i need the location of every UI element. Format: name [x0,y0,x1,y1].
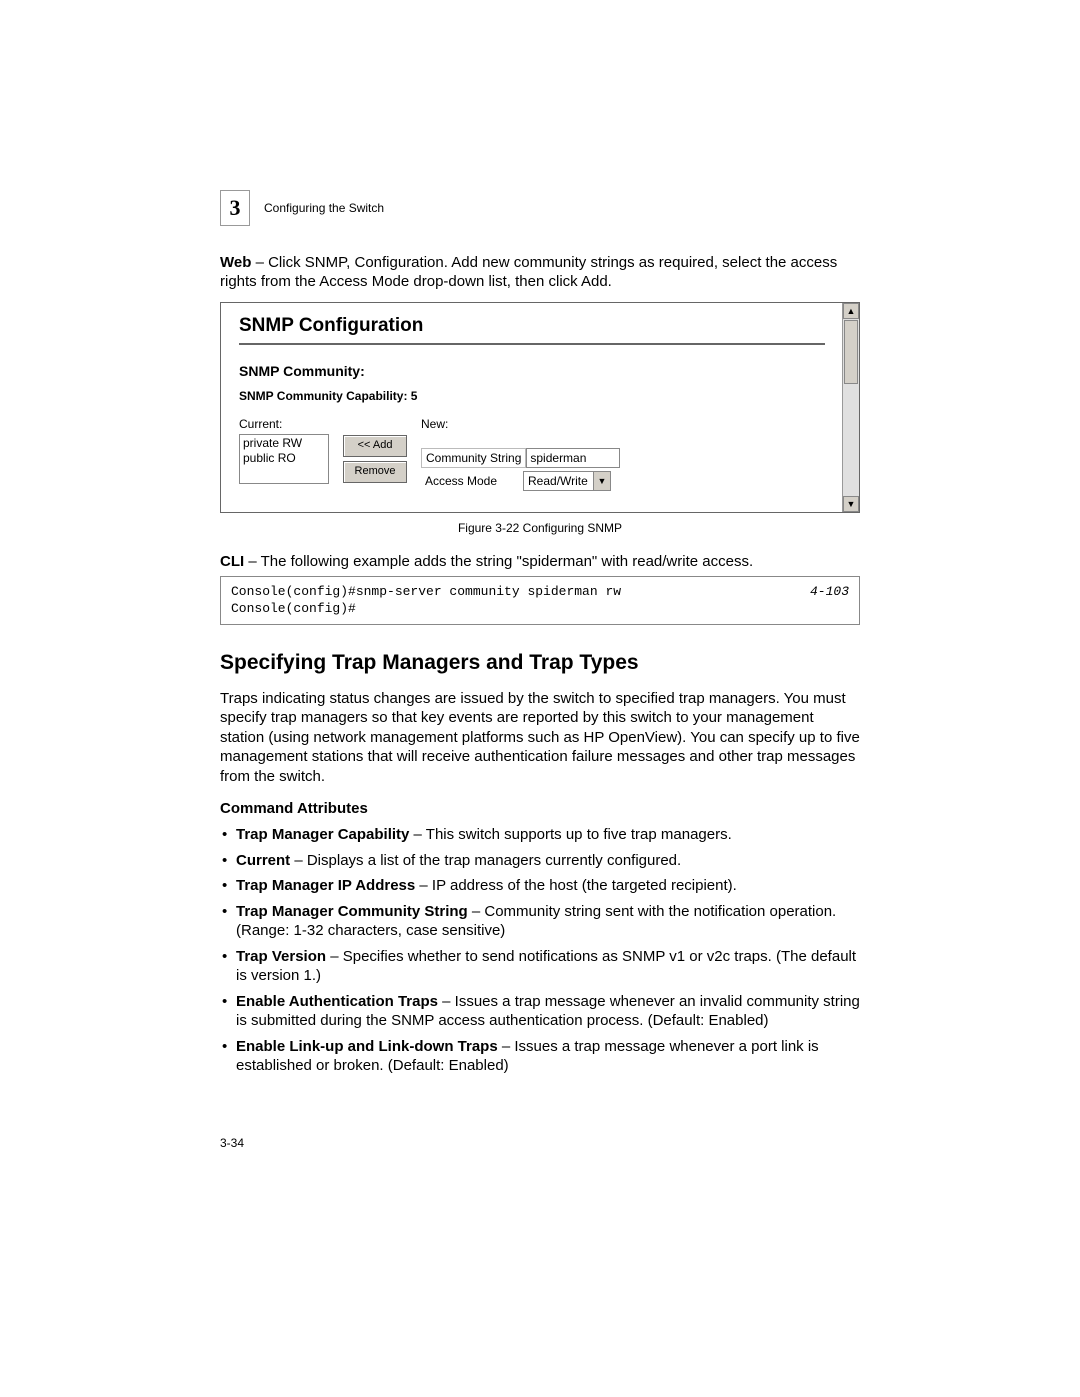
snmp-capability-label: SNMP Community Capability: 5 [239,389,825,403]
community-string-label: Community String [421,448,526,468]
divider [239,343,825,345]
snmp-screenshot-panel: ▲ ▼ SNMP Configuration SNMP Community: S… [220,302,860,513]
attr-name: Trap Manager Capability [236,826,409,843]
snmp-config-title: SNMP Configuration [239,315,825,337]
scroll-down-icon[interactable]: ▼ [843,496,859,512]
remove-button[interactable]: Remove [343,461,407,483]
attr-name: Trap Manager IP Address [236,877,415,894]
list-item: Enable Authentication Traps – Issues a t… [236,992,860,1031]
scroll-up-icon[interactable]: ▲ [843,303,859,319]
list-item: Enable Link-up and Link-down Traps – Iss… [236,1037,860,1076]
list-item: Current – Displays a list of the trap ma… [236,851,860,871]
attr-desc: – This switch supports up to five trap m… [409,826,731,843]
cli-label: CLI [220,553,244,570]
chapter-number-box: 3 [220,190,250,226]
attributes-list: Trap Manager Capability – This switch su… [220,825,860,1076]
current-listbox[interactable]: private RW public RO [239,434,329,484]
attr-name: Enable Link-up and Link-down Traps [236,1038,498,1055]
section-body: Traps indicating status changes are issu… [220,689,860,787]
list-item: Trap Version – Specifies whether to send… [236,947,860,986]
cli-code: Console(config)#snmp-server community sp… [231,583,621,618]
list-item: Trap Manager Capability – This switch su… [236,825,860,845]
web-label: Web [220,254,251,271]
scrollbar-track[interactable]: ▲ ▼ [842,303,859,512]
attr-desc: – Specifies whether to send notification… [236,948,856,985]
page-header: 3 Configuring the Switch [220,190,860,226]
attr-name: Trap Manager Community String [236,903,468,920]
command-attributes-heading: Command Attributes [220,800,860,817]
attr-desc: – IP address of the host (the targeted r… [415,877,737,894]
chevron-down-icon[interactable]: ▼ [593,472,610,490]
access-mode-select[interactable]: Read/Write ▼ [523,471,611,491]
current-label: Current: [239,417,329,431]
access-mode-value: Read/Write [528,474,588,488]
figure-caption: Figure 3-22 Configuring SNMP [220,521,860,535]
web-intro-text: – Click SNMP, Configuration. Add new com… [220,254,837,290]
cli-code-block: Console(config)#snmp-server community sp… [220,576,860,625]
attr-name: Current [236,852,290,869]
attr-desc: – Displays a list of the trap managers c… [290,852,681,869]
attr-name: Trap Version [236,948,326,965]
list-item: Trap Manager IP Address – IP address of … [236,876,860,896]
attr-name: Enable Authentication Traps [236,993,438,1010]
cli-paragraph: CLI – The following example adds the str… [220,553,860,570]
access-mode-label: Access Mode [421,472,523,490]
header-title: Configuring the Switch [264,201,384,215]
list-item: Trap Manager Community String – Communit… [236,902,860,941]
section-heading: Specifying Trap Managers and Trap Types [220,651,860,675]
cli-reference: 4-103 [810,583,849,618]
snmp-community-heading: SNMP Community: [239,363,825,379]
add-button[interactable]: << Add [343,435,407,457]
list-item[interactable]: public RO [243,451,325,466]
list-item[interactable]: private RW [243,436,325,451]
community-string-input[interactable]: spiderman [526,448,620,468]
new-label: New: [421,417,620,431]
cli-text: – The following example adds the string … [244,553,753,570]
page-number: 3-34 [220,1136,860,1150]
web-intro-paragraph: Web – Click SNMP, Configuration. Add new… [220,254,860,292]
scroll-thumb[interactable] [844,320,858,384]
